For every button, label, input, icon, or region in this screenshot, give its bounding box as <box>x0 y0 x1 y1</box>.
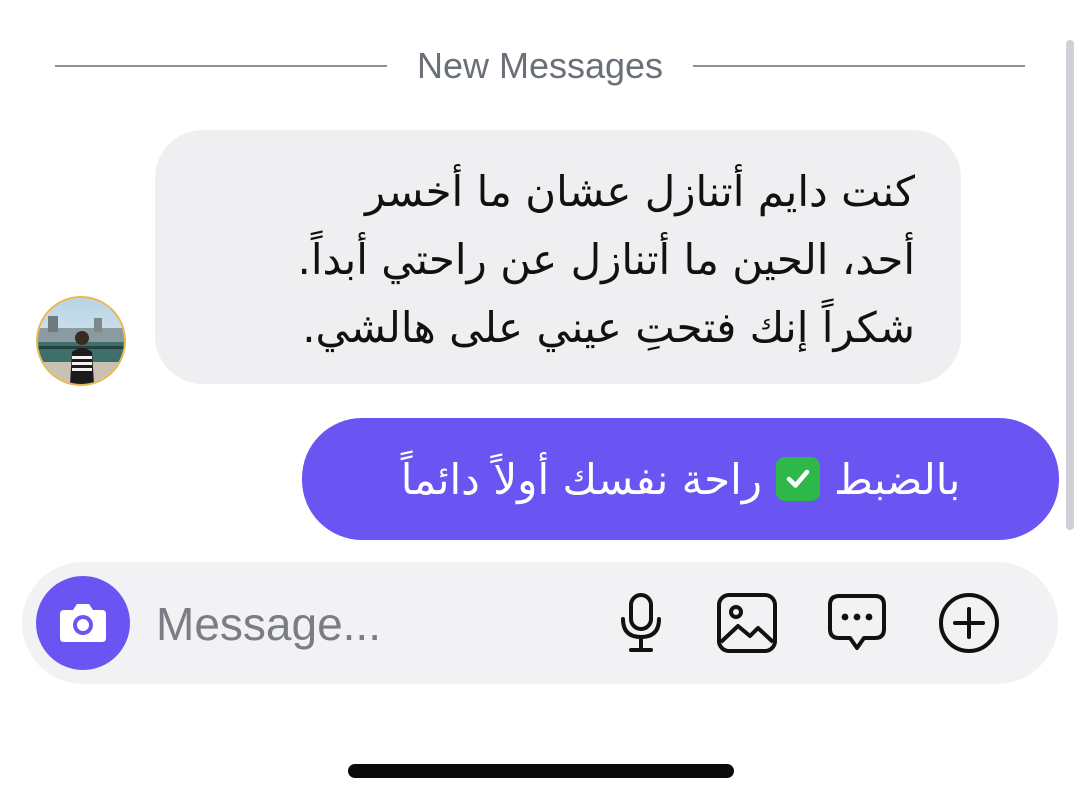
outgoing-text-start: بالضبط <box>834 454 961 504</box>
incoming-message-line: شكراً إنك فتحتِ عيني على هالشي. <box>302 303 915 352</box>
sticker-button[interactable] <box>822 588 892 658</box>
outgoing-message-text: بالضبط راحة نفسك أولاً دائماً <box>401 455 961 504</box>
chat-screen: New Messages كنت دايم أتنازل عشان ما أخس… <box>0 0 1080 800</box>
microphone-button[interactable] <box>606 588 676 658</box>
incoming-message-bubble[interactable]: كنت دايم أتنازل عشان ما أخسر أحد، الحين … <box>155 130 961 384</box>
gallery-button[interactable] <box>712 588 782 658</box>
incoming-message-line: كنت دايم أتنازل عشان ما أخسر <box>364 167 915 216</box>
scrollbar[interactable] <box>1066 40 1074 530</box>
sticker-chat-icon <box>828 594 886 650</box>
message-input[interactable] <box>154 584 578 664</box>
user-avatar-photo-icon <box>38 298 124 384</box>
image-icon <box>717 593 777 653</box>
new-messages-label: New Messages <box>416 45 664 86</box>
add-circle-icon <box>939 593 999 653</box>
incoming-message-line: أحد، الحين ما أتنازل عن راحتي أبداً. <box>297 235 915 284</box>
incoming-message-text: كنت دايم أتنازل عشان ما أخسر أحد، الحين … <box>201 158 915 362</box>
camera-button[interactable] <box>36 576 130 670</box>
outgoing-text-end: راحة نفسك أولاً دائماً <box>400 454 763 504</box>
camera-icon <box>60 604 106 642</box>
outgoing-message-bubble[interactable]: بالضبط راحة نفسك أولاً دائماً <box>302 418 1059 540</box>
sender-avatar[interactable] <box>38 298 124 384</box>
check-mark-emoji-icon <box>776 457 821 501</box>
new-messages-divider: New Messages <box>55 38 1025 94</box>
divider-line-left <box>55 65 387 67</box>
home-indicator[interactable] <box>348 764 734 778</box>
message-composer <box>22 562 1058 684</box>
divider-line-right <box>693 65 1025 67</box>
add-button[interactable] <box>934 588 1004 658</box>
microphone-icon <box>621 593 661 652</box>
